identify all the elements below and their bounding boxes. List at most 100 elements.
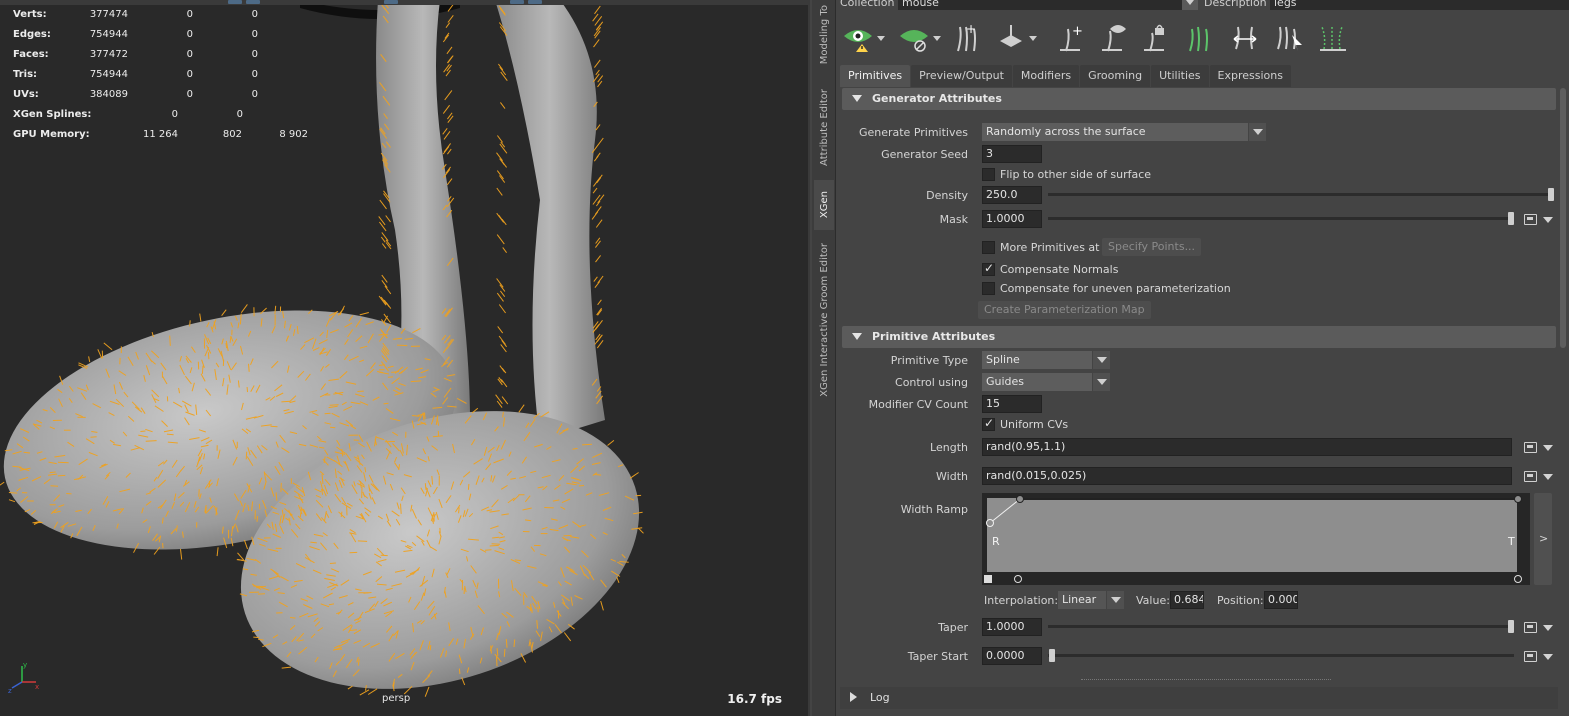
hud-stat-value: 754944 xyxy=(89,29,128,40)
side-tab-xgen-groom-editor[interactable]: XGen Interactive Groom Editor xyxy=(814,236,834,404)
svg-text:x: x xyxy=(35,683,39,691)
generator-attributes-header[interactable]: Generator Attributes xyxy=(842,88,1556,110)
ramp-expand-label: > xyxy=(1539,532,1549,545)
length-expression-field[interactable]: rand(0.95,1.1) xyxy=(982,438,1512,456)
tab-utilities[interactable]: Utilities xyxy=(1151,65,1209,87)
tab-modifiers[interactable]: Modifiers xyxy=(1012,65,1080,87)
svg-text:z: z xyxy=(8,687,12,694)
flip-guides-icon[interactable] xyxy=(1230,20,1260,56)
map-icon[interactable] xyxy=(1524,441,1537,453)
tab-primitives[interactable]: Primitives xyxy=(840,65,911,87)
control-using-label: Control using xyxy=(895,376,968,389)
pane-splitter[interactable] xyxy=(1081,679,1331,681)
width-label: Width xyxy=(936,470,968,483)
mask-slider[interactable] xyxy=(1048,212,1514,225)
taper-start-slider[interactable] xyxy=(1048,649,1514,662)
ramp-expand-button[interactable]: > xyxy=(1534,493,1552,585)
section-title: Generator Attributes xyxy=(872,92,1002,105)
description-dropdown[interactable]: legs xyxy=(1270,0,1569,10)
collapse-arrow-icon xyxy=(852,333,862,340)
move-guide-icon[interactable] xyxy=(996,20,1037,56)
taper-slider[interactable] xyxy=(1048,620,1514,633)
flip-side-checkbox[interactable] xyxy=(982,168,995,181)
add-guide-plus-icon[interactable]: + xyxy=(1058,20,1086,56)
more-primitives-checkbox[interactable] xyxy=(982,241,995,254)
side-tab-attribute-editor[interactable]: Attribute Editor xyxy=(814,80,834,175)
hud-stat-value: 0 xyxy=(171,109,178,120)
hud-stat-value: 0 xyxy=(251,89,258,100)
width-ramp-editor[interactable]: R T xyxy=(982,493,1530,585)
collection-label: Collection xyxy=(840,0,895,9)
map-icon[interactable] xyxy=(1524,213,1537,225)
chevron-down-icon[interactable] xyxy=(1543,445,1553,451)
ramp-value-field[interactable]: 0.684 xyxy=(1170,591,1204,609)
taper-slider-handle[interactable] xyxy=(1508,620,1514,633)
length-label: Length xyxy=(930,441,968,454)
tab-expressions[interactable]: Expressions xyxy=(1209,65,1291,87)
add-guide-icon[interactable]: + xyxy=(954,20,982,56)
compensate-uneven-checkbox[interactable] xyxy=(982,282,995,295)
taper-field[interactable]: 1.0000 xyxy=(982,618,1042,636)
compensate-normals-checkbox[interactable] xyxy=(982,261,995,276)
tab-preview-output[interactable]: Preview/Output xyxy=(911,65,1012,87)
guide-visibility-icon[interactable] xyxy=(1100,20,1128,56)
mask-slider-handle[interactable] xyxy=(1508,212,1514,225)
hud-stat-value: 0 xyxy=(186,89,193,100)
hide-eye-icon[interactable] xyxy=(898,20,941,56)
svg-text:+: + xyxy=(1072,24,1083,39)
specify-points-button[interactable]: Specify Points... xyxy=(1102,238,1202,256)
generator-seed-field[interactable]: 3 xyxy=(982,145,1042,163)
mask-field[interactable]: 1.0000 xyxy=(982,210,1042,228)
description-label: Description xyxy=(1204,0,1267,9)
map-icon[interactable] xyxy=(1524,470,1537,482)
primitive-type-label: Primitive Type xyxy=(890,354,968,367)
map-icon[interactable] xyxy=(1524,621,1537,633)
chevron-down-icon[interactable] xyxy=(1543,625,1553,631)
map-icon[interactable] xyxy=(1524,650,1537,662)
ramp-curve xyxy=(984,495,1522,583)
primitive-attributes-header[interactable]: Primitive Attributes xyxy=(842,326,1556,348)
width-expression-field[interactable]: rand(0.015,0.025) xyxy=(982,467,1512,485)
taper-label: Taper xyxy=(938,621,968,634)
uniform-cvs-label: Uniform CVs xyxy=(1000,418,1069,431)
taper-start-slider-handle[interactable] xyxy=(1049,649,1055,662)
ramp-position-label: Position: xyxy=(1217,594,1264,607)
chevron-down-icon[interactable] xyxy=(1543,217,1553,223)
density-slider[interactable] xyxy=(1048,188,1554,201)
chevron-down-icon xyxy=(1092,373,1110,391)
select-guides-icon[interactable] xyxy=(1274,20,1304,56)
modifier-cv-count-field[interactable]: 15 xyxy=(982,395,1042,413)
viewport-toolbar[interactable] xyxy=(0,0,808,5)
interpolation-label: Interpolation: xyxy=(984,594,1059,607)
preview-eye-warning-icon[interactable] xyxy=(842,20,885,56)
create-parameterization-map-button[interactable]: Create Parameterization Map xyxy=(978,301,1151,319)
tab-grooming[interactable]: Grooming xyxy=(1080,65,1151,87)
chevron-down-icon[interactable] xyxy=(1543,654,1553,660)
generate-primitives-dropdown[interactable]: Randomly across the surface xyxy=(982,123,1266,141)
rebuild-guides-icon[interactable] xyxy=(1186,20,1214,56)
collection-dropdown-arrow-icon[interactable] xyxy=(1182,0,1198,10)
hud-stat-value: 0 xyxy=(186,29,193,40)
density-field[interactable]: 250.0 xyxy=(982,186,1042,204)
side-tab-xgen[interactable]: XGen xyxy=(814,180,834,230)
scene-render xyxy=(0,0,644,697)
side-tab-modeling-toolkit[interactable]: Modeling To xyxy=(814,0,834,70)
hud-stat-label: GPU Memory: xyxy=(13,129,90,140)
primitive-type-dropdown[interactable]: Spline xyxy=(982,351,1110,369)
density-slider-handle[interactable] xyxy=(1548,188,1554,201)
uniform-cvs-checkbox[interactable] xyxy=(982,416,995,431)
hud-stat-value: 384089 xyxy=(89,89,128,100)
log-section-header[interactable]: Log xyxy=(840,687,1558,709)
collection-dropdown[interactable]: mouse xyxy=(898,0,1182,10)
primitives-content: Generator Attributes Generate Primitives… xyxy=(840,87,1558,675)
lock-guide-icon[interactable] xyxy=(1142,20,1170,56)
control-using-dropdown[interactable]: Guides xyxy=(982,373,1110,391)
taper-start-field[interactable]: 0.0000 xyxy=(982,647,1042,665)
panel-scrollbar[interactable] xyxy=(1560,88,1566,348)
chevron-down-icon[interactable] xyxy=(1543,474,1553,480)
ramp-position-field[interactable]: 0.000 xyxy=(1264,591,1298,609)
guides-to-curves-icon[interactable] xyxy=(1318,20,1348,56)
ramp-tip-label: T xyxy=(1508,535,1515,548)
interpolation-dropdown[interactable]: Linear xyxy=(1058,591,1124,609)
viewport-persp[interactable]: Verts: 377474 0 0 Edges: 754944 0 0 Faces: 377472… xyxy=(0,0,810,716)
